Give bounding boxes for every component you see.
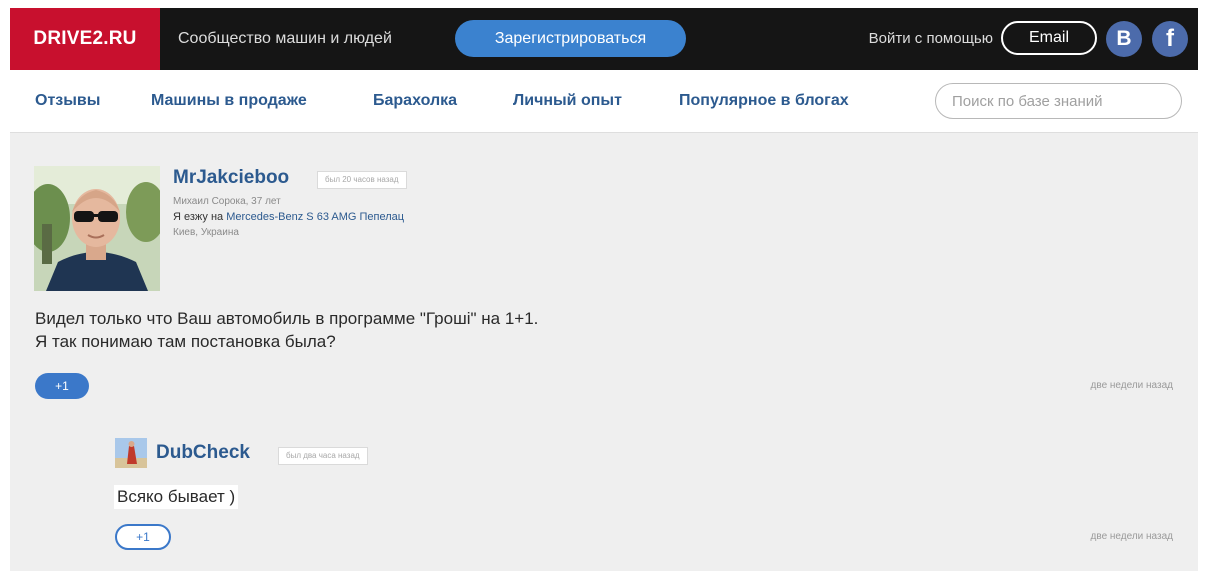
facebook-login-icon[interactable]: f	[1152, 21, 1188, 57]
nav-item-experience[interactable]: Личный опыт	[513, 70, 622, 132]
comment-timestamp: две недели назад	[1090, 380, 1173, 391]
register-button[interactable]: Зарегистрироваться	[455, 20, 686, 57]
comment-text-line-2: Я так понимаю там постановка была?	[35, 332, 336, 351]
avatar-photo	[34, 166, 160, 291]
comment-author-avatar[interactable]	[34, 166, 160, 291]
author-car-line: Я езжу на Mercedes-Benz S 63 AMG Пепелац	[173, 211, 404, 223]
email-login-button[interactable]: Email	[1001, 21, 1097, 55]
main-nav: Отзывы Машины в продаже Барахолка Личный…	[10, 70, 1198, 133]
reply-author-avatar[interactable]	[115, 438, 147, 468]
nav-item-flea-market[interactable]: Барахолка	[373, 70, 457, 132]
comments-area: MrJakcieboo был 20 часов назад Михаил Со…	[10, 133, 1198, 571]
reply-text: Всяко бывает )	[114, 485, 239, 509]
nav-item-popular-blogs[interactable]: Популярное в блогах	[679, 70, 849, 132]
drives-prefix: Я езжу на	[173, 211, 224, 223]
site-tagline: Сообщество машин и людей	[178, 30, 392, 47]
reply-plus-one-button[interactable]: +1	[115, 524, 171, 550]
site-logo[interactable]: DRIVE2.RU	[10, 8, 160, 70]
top-bar: DRIVE2.RU Сообщество машин и людей Зарег…	[10, 8, 1198, 70]
author-car-link[interactable]: Mercedes-Benz S 63 AMG Пепелац	[226, 211, 404, 223]
reply-avatar-photo	[115, 438, 147, 468]
comment-author-name[interactable]: MrJakcieboo	[173, 167, 289, 189]
vk-login-icon[interactable]: B	[1106, 21, 1142, 57]
author-location: Киев, Украина	[173, 227, 239, 238]
reply-last-seen-badge: был два часа назад	[278, 447, 368, 465]
plus-one-button[interactable]: +1	[35, 373, 89, 399]
nav-item-reviews[interactable]: Отзывы	[35, 70, 100, 132]
author-real-name: Михаил Сорока, 37 лет	[173, 196, 281, 207]
last-seen-badge: был 20 часов назад	[317, 171, 407, 189]
reply-timestamp: две недели назад	[1090, 531, 1173, 542]
reply-author-name[interactable]: DubCheck	[156, 442, 250, 464]
login-with-label: Войти с помощью	[868, 30, 993, 47]
comment-text-line-1: Видел только что Ваш автомобиль в програ…	[35, 309, 539, 328]
nav-item-cars-for-sale[interactable]: Машины в продаже	[151, 70, 307, 132]
knowledge-search-input[interactable]	[935, 83, 1182, 119]
